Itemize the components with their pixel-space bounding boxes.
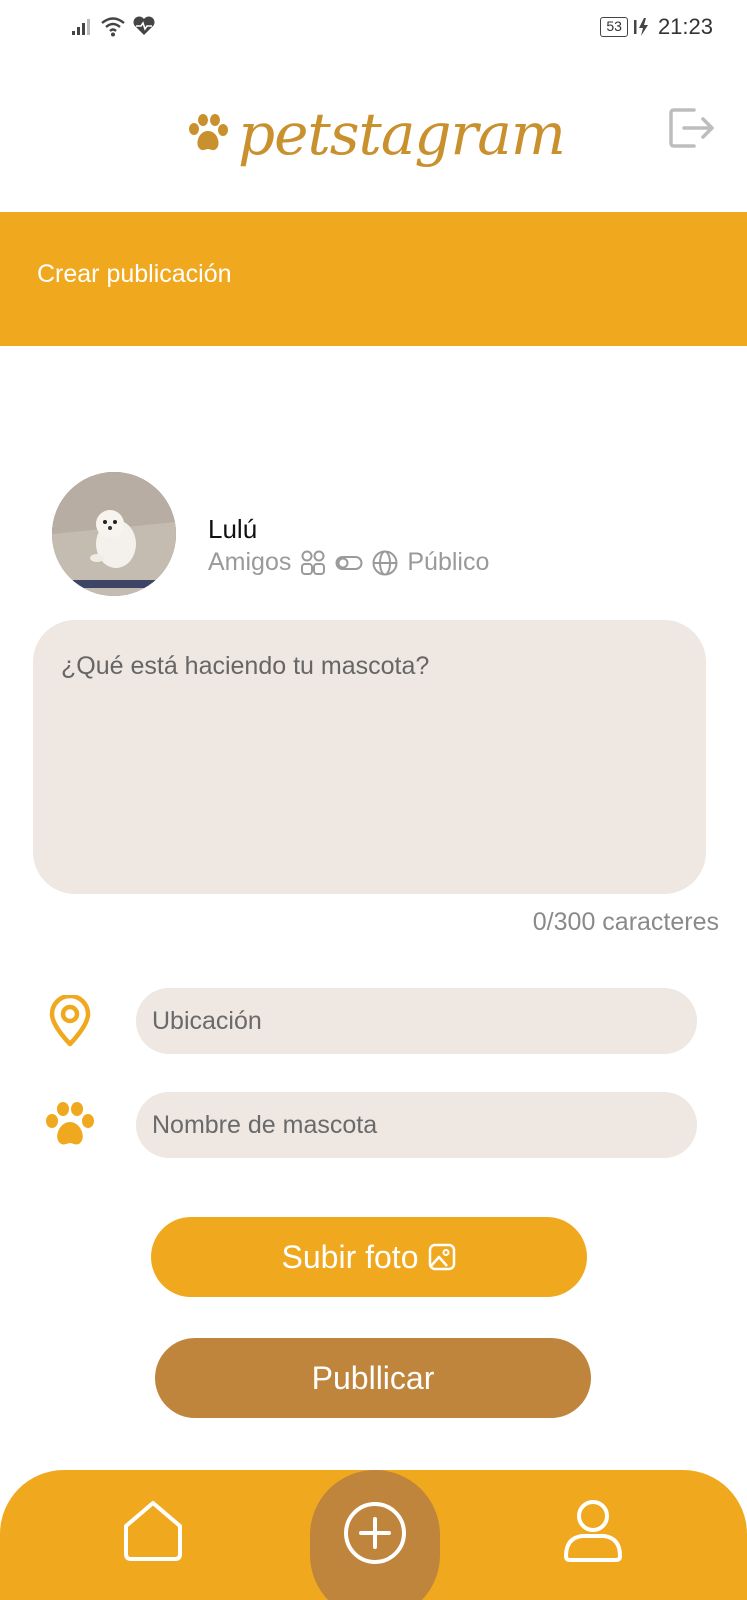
home-icon bbox=[124, 1501, 182, 1561]
location-pin-icon bbox=[44, 992, 96, 1050]
privacy-public-label: Público bbox=[407, 548, 490, 576]
friends-icon bbox=[301, 550, 326, 575]
publish-button[interactable]: Publlicar bbox=[155, 1338, 591, 1418]
profile-icon bbox=[564, 1500, 622, 1562]
charging-icon bbox=[633, 18, 648, 36]
pet-name-placeholder: Nombre de mascota bbox=[152, 1111, 378, 1139]
page-header-band: Crear publicación bbox=[0, 212, 747, 346]
nav-profile-button[interactable] bbox=[560, 1498, 626, 1569]
character-counter: 0/300 caracteres bbox=[532, 908, 719, 936]
pet-name-row: Nombre de mascota bbox=[0, 1092, 747, 1158]
wifi-icon bbox=[101, 17, 125, 37]
clock: 21:23 bbox=[657, 14, 713, 39]
location-input[interactable]: Ubicación bbox=[136, 988, 697, 1054]
nav-home-button[interactable] bbox=[120, 1498, 186, 1569]
bottom-navigation bbox=[0, 1470, 747, 1600]
add-icon bbox=[344, 1502, 406, 1564]
post-placeholder: ¿Qué está haciendo tu mascota? bbox=[61, 652, 430, 680]
image-icon bbox=[429, 1243, 456, 1271]
pet-name-input[interactable]: Nombre de mascota bbox=[136, 1092, 697, 1158]
paw-icon bbox=[189, 114, 228, 151]
status-bar: 53 21:23 bbox=[0, 0, 747, 56]
nav-create-post-button[interactable] bbox=[310, 1470, 440, 1600]
app-header: petstagram bbox=[0, 80, 747, 190]
location-row: Ubicación bbox=[0, 988, 747, 1054]
paw-icon bbox=[44, 1096, 96, 1154]
post-textarea[interactable]: ¿Qué está haciendo tu mascota? bbox=[33, 620, 706, 894]
publish-label: Publlicar bbox=[311, 1359, 435, 1396]
upload-photo-label: Subir foto bbox=[281, 1238, 419, 1275]
toggle-icon[interactable] bbox=[335, 554, 363, 572]
location-placeholder: Ubicación bbox=[152, 1007, 262, 1035]
heart-health-icon bbox=[133, 16, 155, 35]
logout-button[interactable] bbox=[668, 106, 716, 155]
pet-photo bbox=[52, 472, 176, 596]
logo-text: petstagram bbox=[238, 100, 566, 168]
privacy-friends-label: Amigos bbox=[208, 548, 292, 576]
signal-icon bbox=[72, 19, 90, 35]
privacy-toggle[interactable]: Amigos Público bbox=[208, 548, 489, 577]
upload-photo-button[interactable]: Subir foto bbox=[151, 1217, 587, 1297]
app-logo: petstagram bbox=[186, 100, 566, 168]
globe-icon bbox=[372, 550, 398, 575]
pet-profile-name: Lulú bbox=[208, 514, 258, 544]
battery-indicator: 53 bbox=[600, 17, 628, 37]
page-title: Crear publicación bbox=[37, 260, 232, 288]
avatar[interactable] bbox=[52, 472, 176, 596]
logout-icon bbox=[669, 108, 714, 148]
